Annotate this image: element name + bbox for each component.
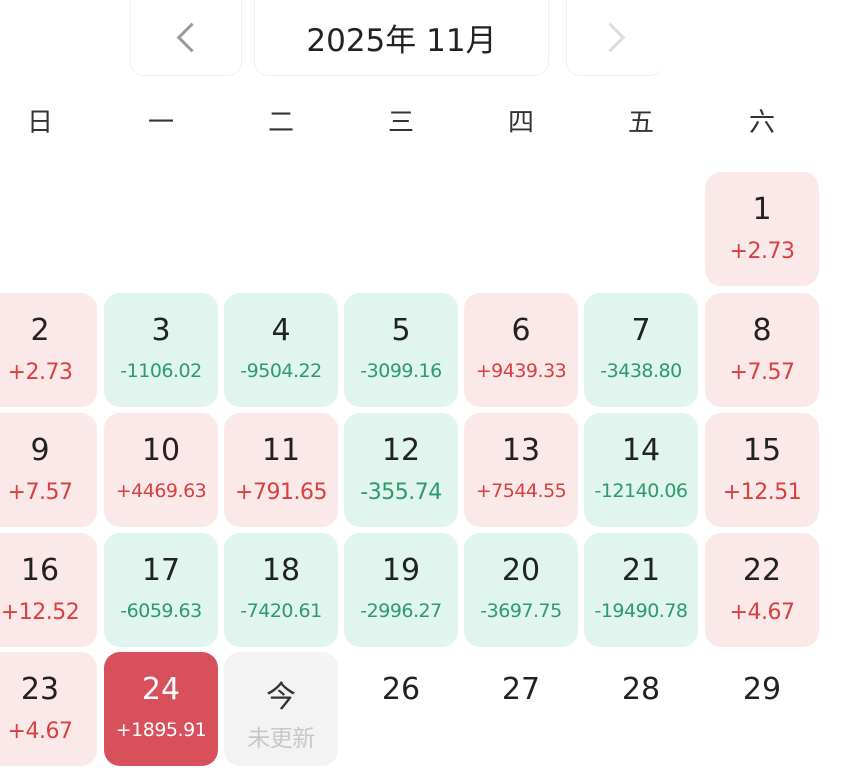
- day-number: 1: [752, 192, 772, 227]
- day-number: 12: [381, 433, 421, 468]
- day-pnl-value: -9504.22: [240, 360, 322, 382]
- day-pnl-value: +4.67: [7, 719, 73, 744]
- day-number: 10: [141, 433, 181, 468]
- day-number: 22: [742, 553, 782, 588]
- day-pnl-value: -3438.80: [600, 360, 682, 382]
- calendar-day-today[interactable]: 今未更新: [224, 652, 338, 766]
- day-number: 9: [30, 433, 50, 468]
- day-number: 21: [621, 553, 661, 588]
- calendar-day[interactable]: 2 +2.73: [0, 293, 97, 407]
- day-number: 17: [141, 553, 181, 588]
- day-pnl-value: +12.52: [0, 600, 80, 625]
- day-number: 19: [381, 553, 421, 588]
- calendar-day[interactable]: 7 -3438.80: [584, 293, 698, 407]
- day-pnl-value: -7420.61: [240, 600, 322, 622]
- day-number: 4: [271, 313, 291, 348]
- next-month-button[interactable]: [566, 0, 664, 76]
- day-number: 2: [30, 313, 50, 348]
- calendar-day[interactable]: 4 -9504.22: [224, 293, 338, 407]
- day-pnl-value: +9439.33: [475, 360, 567, 382]
- calendar-day[interactable]: 20 -3697.75: [464, 533, 578, 647]
- day-pnl-value: +2.73: [729, 239, 795, 264]
- day-number: 8: [752, 313, 772, 348]
- calendar-day[interactable]: 27: [464, 652, 578, 766]
- calendar-day[interactable]: 16 +12.52: [0, 533, 97, 647]
- day-number: 11: [261, 433, 301, 468]
- weekday-label: 六: [748, 108, 775, 138]
- day-number: 14: [621, 433, 661, 468]
- weekday-label: 四: [507, 108, 534, 138]
- calendar-day[interactable]: 5 -3099.16: [344, 293, 458, 407]
- calendar-day[interactable]: 15 +12.51: [705, 413, 819, 527]
- calendar-day[interactable]: 28: [584, 652, 698, 766]
- day-number: 26: [381, 672, 421, 707]
- calendar-day[interactable]: 18 -7420.61: [224, 533, 338, 647]
- day-pnl-value: -19490.78: [594, 600, 688, 622]
- day-number: 24: [141, 672, 181, 707]
- month-title[interactable]: 2025年 11月: [254, 0, 549, 76]
- weekday-label: 一: [147, 108, 174, 138]
- day-number: 13: [501, 433, 541, 468]
- day-number: 6: [511, 313, 531, 348]
- day-number: 3: [151, 313, 171, 348]
- calendar-day[interactable]: 26: [344, 652, 458, 766]
- day-pnl-value: +12.51: [722, 480, 802, 505]
- prev-month-button[interactable]: [130, 0, 242, 76]
- day-pnl-value: -355.74: [360, 480, 442, 505]
- day-pnl-value: -3099.16: [360, 360, 442, 382]
- calendar-day[interactable]: 19 -2996.27: [344, 533, 458, 647]
- day-pnl-value: -12140.06: [594, 480, 688, 502]
- calendar-day[interactable]: 1 +2.73: [705, 172, 819, 286]
- day-number: 20: [501, 553, 541, 588]
- day-pnl-value: -1106.02: [120, 360, 202, 382]
- calendar-day[interactable]: 11 +791.65: [224, 413, 338, 527]
- calendar-day[interactable]: 13 +7544.55: [464, 413, 578, 527]
- calendar-day[interactable]: 8 +7.57: [705, 293, 819, 407]
- day-pnl-value: +7544.55: [475, 480, 567, 502]
- day-pnl-value: +2.73: [7, 360, 73, 385]
- day-pnl-value: +4469.63: [115, 480, 207, 502]
- calendar-day[interactable]: 22 +4.67: [705, 533, 819, 647]
- weekday-label: 五: [627, 108, 654, 138]
- day-number: 15: [742, 433, 782, 468]
- calendar-day[interactable]: 3 -1106.02: [104, 293, 218, 407]
- day-number: 29: [742, 672, 782, 707]
- calendar-day[interactable]: 29: [705, 652, 819, 766]
- day-pnl-value: -3697.75: [480, 600, 562, 622]
- calendar-day[interactable]: 12 -355.74: [344, 413, 458, 527]
- calendar-day[interactable]: 10 +4469.63: [104, 413, 218, 527]
- calendar-day[interactable]: 9 +7.57: [0, 413, 97, 527]
- day-pnl-value: +7.57: [7, 480, 73, 505]
- chevron-right-icon: [595, 22, 626, 53]
- day-number: 5: [391, 313, 411, 348]
- day-number: 27: [501, 672, 541, 707]
- day-pnl-value: +791.65: [235, 480, 327, 505]
- calendar-day[interactable]: 14 -12140.06: [584, 413, 698, 527]
- weekday-label: 三: [387, 108, 414, 138]
- day-number: 7: [631, 313, 651, 348]
- chevron-left-icon: [176, 22, 206, 53]
- weekday-label: 日: [26, 108, 53, 138]
- day-number: 16: [20, 553, 60, 588]
- day-number: 23: [20, 672, 60, 707]
- day-number: 今: [266, 680, 296, 715]
- not-updated-label: 未更新: [247, 726, 315, 752]
- day-pnl-value: +4.67: [729, 600, 795, 625]
- day-pnl-value: -6059.63: [120, 600, 202, 622]
- calendar-day[interactable]: 23 +4.67: [0, 652, 97, 766]
- day-pnl-value: +7.57: [729, 360, 795, 385]
- day-pnl-value: -2996.27: [360, 600, 442, 622]
- calendar-day[interactable]: 17 -6059.63: [104, 533, 218, 647]
- day-pnl-value: +1895.91: [115, 719, 207, 741]
- day-number: 28: [621, 672, 661, 707]
- weekday-label: 二: [267, 108, 294, 138]
- day-number: 18: [261, 553, 301, 588]
- calendar-day[interactable]: 6 +9439.33: [464, 293, 578, 407]
- calendar-day[interactable]: 21 -19490.78: [584, 533, 698, 647]
- calendar-day-selected[interactable]: 24 +1895.91: [104, 652, 218, 766]
